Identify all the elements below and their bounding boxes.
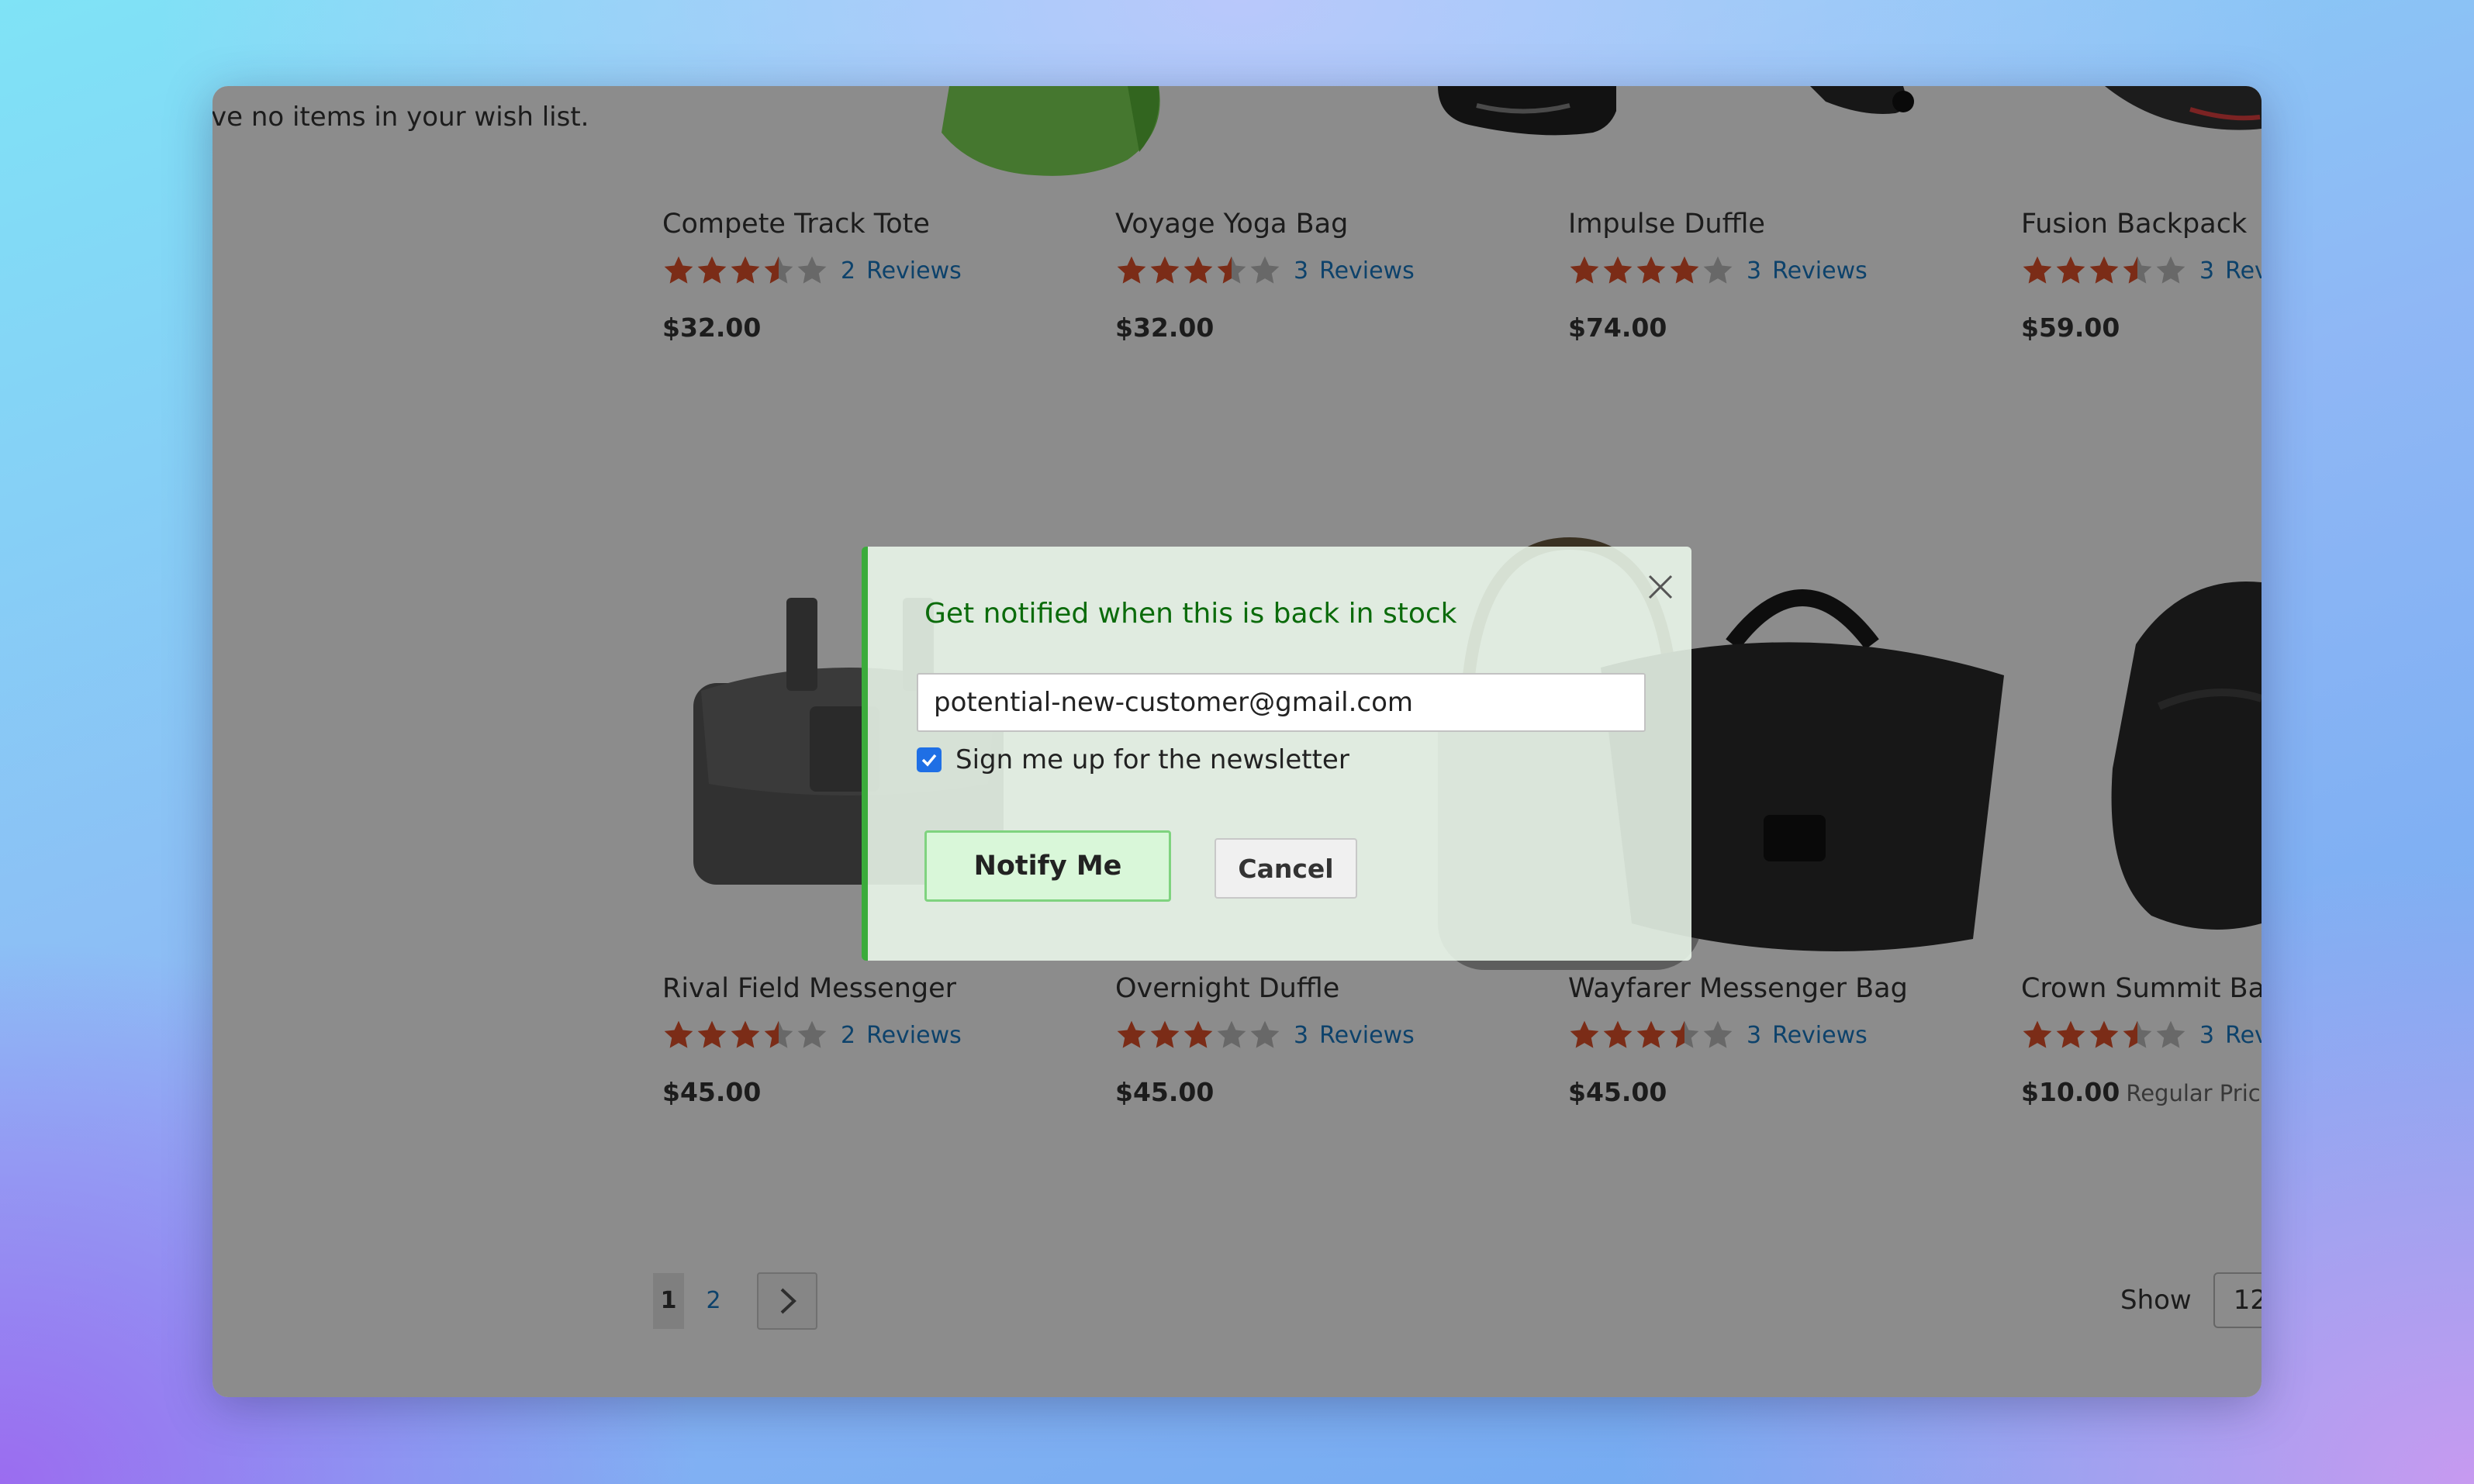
close-icon bbox=[1648, 575, 1673, 599]
check-icon bbox=[921, 754, 937, 767]
newsletter-row: Sign me up for the newsletter bbox=[917, 744, 1349, 775]
cancel-button[interactable]: Cancel bbox=[1215, 838, 1357, 899]
browser-window: ve no items in your wish list. Compete T… bbox=[213, 86, 2261, 1397]
back-in-stock-modal: Get notified when this is back in stock … bbox=[862, 547, 1691, 961]
modal-title: Get notified when this is back in stock bbox=[924, 598, 1457, 630]
notify-me-button[interactable]: Notify Me bbox=[924, 830, 1171, 902]
newsletter-label[interactable]: Sign me up for the newsletter bbox=[955, 744, 1349, 775]
close-button[interactable] bbox=[1643, 570, 1678, 604]
newsletter-checkbox[interactable] bbox=[917, 747, 942, 772]
email-field[interactable] bbox=[917, 673, 1646, 732]
